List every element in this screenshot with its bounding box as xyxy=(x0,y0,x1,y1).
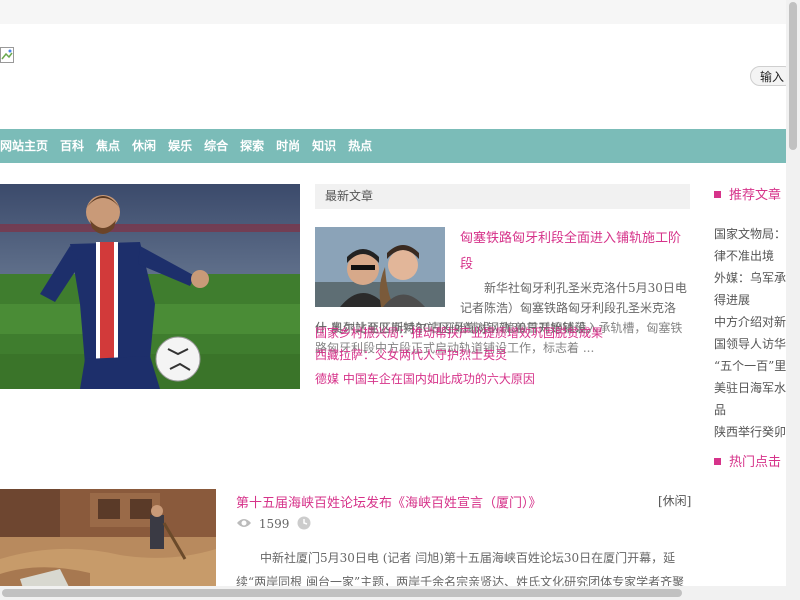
article-link-german-media[interactable]: 德媒 中国车企在国内如此成功的六大原因 xyxy=(315,370,535,387)
sidebar-recommend: 推荐文章 国家文物局： 律不准出境 外媒：乌军承 得进展 中方介绍对新 国领导人… xyxy=(706,183,786,443)
recommend-item[interactable]: 中方介绍对新 xyxy=(706,311,786,333)
recommend-item[interactable]: “五个一百”里 xyxy=(706,355,786,377)
eye-icon xyxy=(237,519,251,527)
article-link-rural[interactable]: 国家乡村振兴局：推动帮扶产业提质增效巩固脱贫成果 xyxy=(315,324,603,341)
nav-item-knowledge[interactable]: 知识 xyxy=(312,129,336,163)
recommend-item[interactable]: 美驻日海军水 xyxy=(706,377,786,399)
recommend-item[interactable]: 外媒：乌军承 xyxy=(706,267,786,289)
article-link-lhasa[interactable]: 西藏拉萨：父女两代人守护烈士英灵 xyxy=(315,346,507,363)
broken-image-icon xyxy=(0,47,14,63)
nav-item-baike[interactable]: 百科 xyxy=(60,129,84,163)
square-bullet-icon xyxy=(714,191,721,198)
horizontal-scrollbar-thumb[interactable] xyxy=(2,589,682,597)
recommend-item[interactable]: 得进展 xyxy=(706,289,786,311)
nav-item-general[interactable]: 综合 xyxy=(204,129,228,163)
nav-item-home[interactable]: 网站主页 xyxy=(0,129,48,163)
nav-item-hot[interactable]: 热点 xyxy=(348,129,372,163)
featured-article-excerpt: 新华社匈牙利孔圣米克洛什5月30日电 记者陈浩）匈塞铁路匈牙利段孔圣米克洛 xyxy=(460,281,687,315)
sidebar-hot: 热门点击 xyxy=(706,450,786,476)
recommend-item[interactable]: 国领导人访华 xyxy=(706,333,786,355)
recommend-item[interactable]: 国家文物局： xyxy=(706,223,786,245)
featured-article-thumbnail[interactable] xyxy=(315,227,445,307)
article-meta: 1599 xyxy=(236,515,311,533)
hot-header: 热门点击 xyxy=(706,450,786,476)
nav-item-entertainment[interactable]: 娱乐 xyxy=(168,129,192,163)
article-category[interactable]: [休闲] xyxy=(658,492,691,509)
nav-item-leisure[interactable]: 休闲 xyxy=(132,129,156,163)
recommend-item[interactable]: 品 xyxy=(706,399,786,421)
vertical-scrollbar-thumb[interactable] xyxy=(789,2,797,150)
recommend-item[interactable]: 律不准出境 xyxy=(706,245,786,267)
clock-icon xyxy=(297,516,311,530)
recommend-item[interactable]: 陕西举行癸卯 xyxy=(706,421,786,443)
latest-articles-header: 最新文章 xyxy=(315,184,690,209)
hero-image[interactable] xyxy=(0,184,300,389)
article-title[interactable]: 第十五届海峡百姓论坛发布《海峡百姓宣言（厦门）》 xyxy=(236,492,542,511)
nav-item-explore[interactable]: 探索 xyxy=(240,129,264,163)
nav-item-focus[interactable]: 焦点 xyxy=(96,129,120,163)
main-nav: 网站主页 百科 焦点 休闲 娱乐 综合 探索 时尚 知识 热点 xyxy=(0,129,786,163)
featured-article-title[interactable]: 匈塞铁路匈牙利段全面进入铺轨施工阶段 xyxy=(460,226,690,278)
recommend-header: 推荐文章 xyxy=(706,183,786,209)
square-bullet-icon xyxy=(714,458,721,465)
nav-item-fashion[interactable]: 时尚 xyxy=(276,129,300,163)
top-bar xyxy=(0,0,786,24)
article-thumbnail[interactable] xyxy=(0,489,216,599)
view-count: 1599 xyxy=(258,517,290,531)
